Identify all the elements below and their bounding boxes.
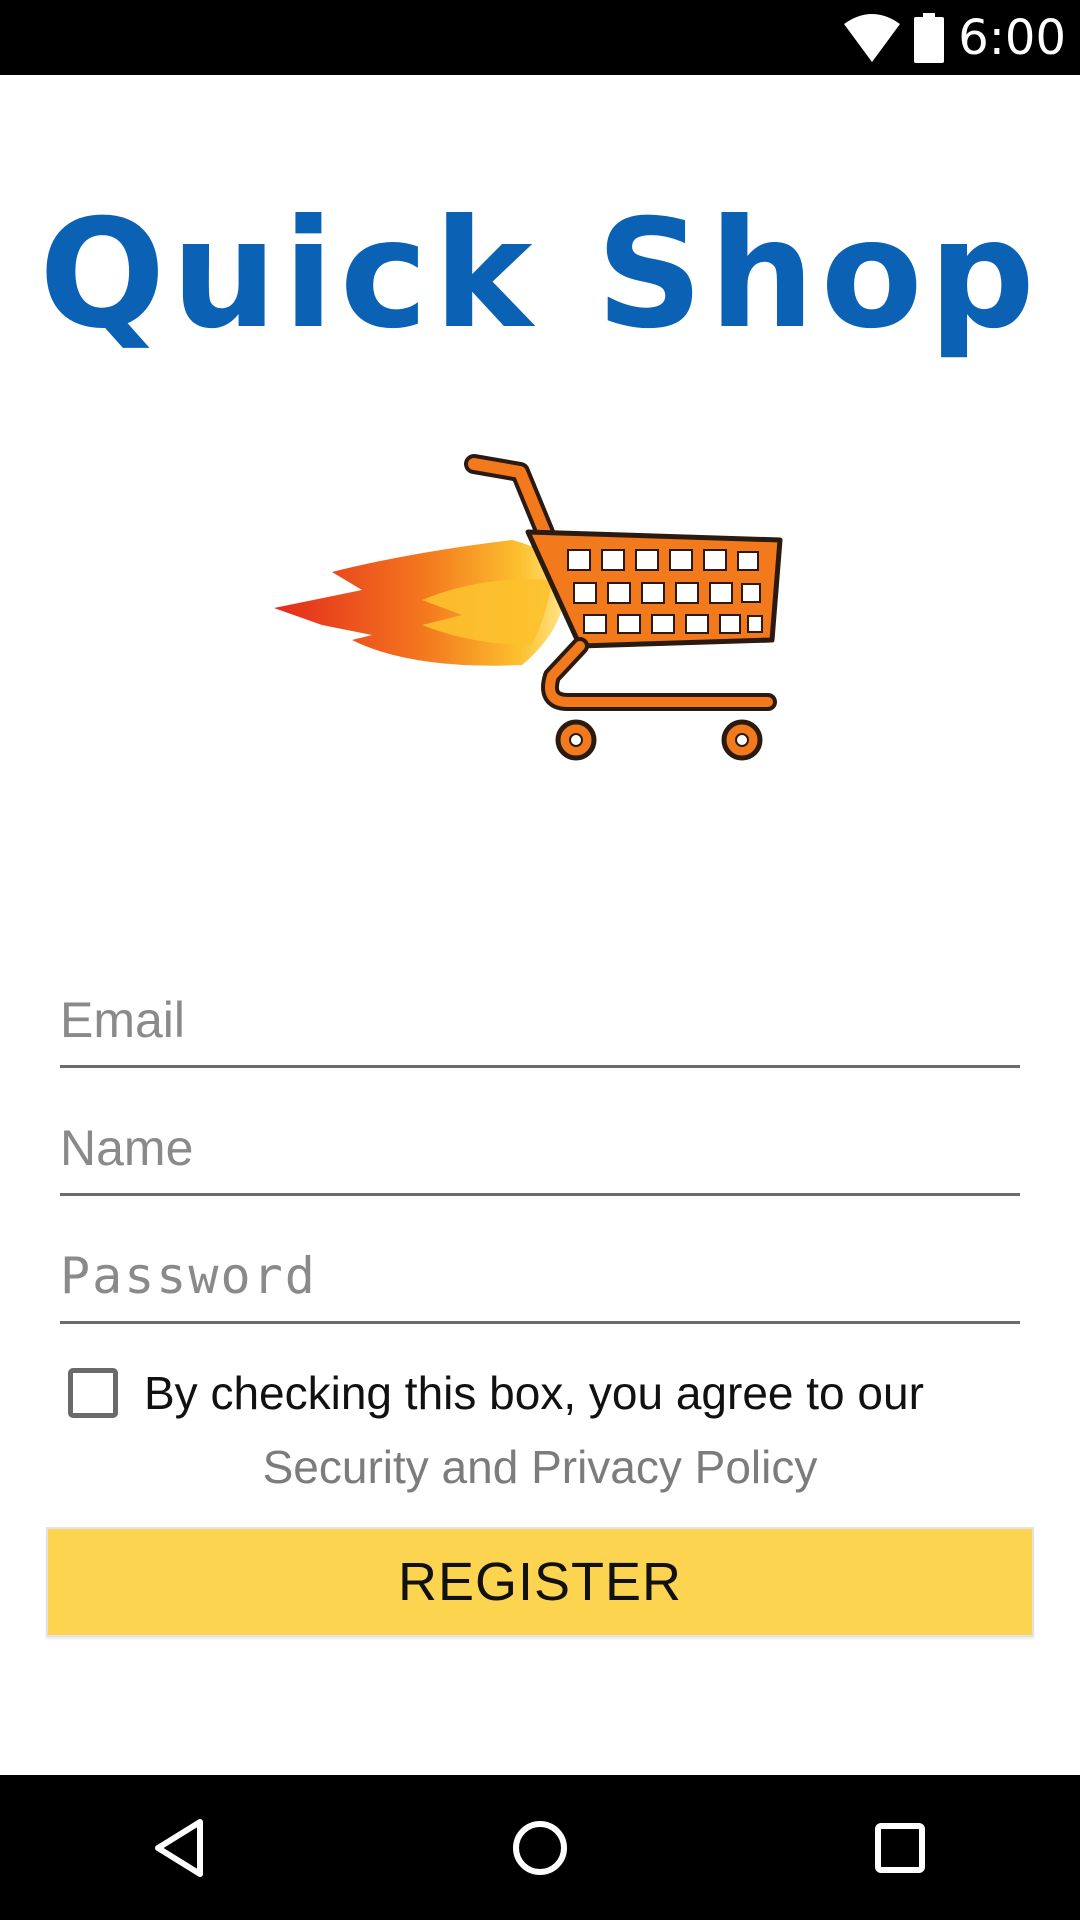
recents-button[interactable] bbox=[800, 1775, 1000, 1920]
battery-icon bbox=[914, 12, 945, 63]
navigation-bar bbox=[0, 1775, 1080, 1920]
name-input[interactable] bbox=[60, 1103, 1020, 1193]
privacy-policy-link[interactable]: Security and Privacy Policy bbox=[0, 1440, 1080, 1494]
back-button[interactable] bbox=[80, 1775, 280, 1920]
status-time: 6:00 bbox=[958, 9, 1066, 66]
home-icon bbox=[513, 1820, 567, 1875]
password-field[interactable] bbox=[60, 1231, 1020, 1324]
agreement-row: By checking this box, you agree to our bbox=[68, 1366, 924, 1420]
agree-label: By checking this box, you agree to our bbox=[144, 1367, 924, 1419]
back-icon bbox=[155, 1818, 203, 1877]
status-bar: 6:00 bbox=[0, 0, 1080, 75]
email-field[interactable] bbox=[60, 975, 1020, 1068]
password-input[interactable] bbox=[60, 1231, 1020, 1321]
home-button[interactable] bbox=[440, 1775, 640, 1920]
app-logo-text: Quick Shop bbox=[39, 188, 1041, 362]
wifi-icon bbox=[844, 13, 901, 62]
status-icons: 6:00 bbox=[844, 0, 1066, 75]
email-input[interactable] bbox=[60, 975, 1020, 1065]
agree-checkbox[interactable] bbox=[68, 1368, 118, 1418]
shopping-cart-flame-icon bbox=[274, 454, 783, 761]
name-field[interactable] bbox=[60, 1103, 1020, 1196]
register-button[interactable]: REGISTER bbox=[46, 1527, 1034, 1637]
recents-icon bbox=[875, 1822, 925, 1873]
